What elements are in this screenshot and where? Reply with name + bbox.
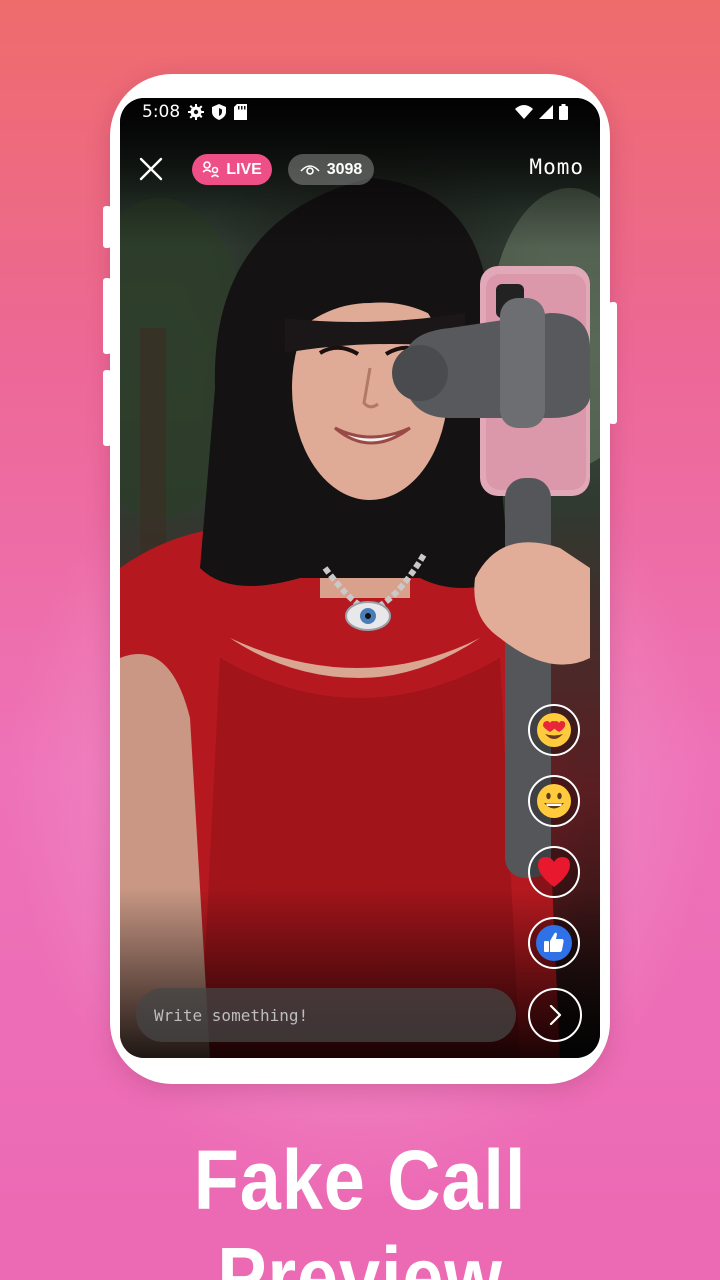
viewer-count: 3098	[326, 160, 363, 178]
reaction-like-button[interactable]	[528, 917, 580, 969]
phone-volume-down-button	[103, 370, 111, 446]
close-icon	[139, 157, 163, 181]
reaction-heart-eyes-button[interactable]	[528, 704, 580, 756]
close-button[interactable]	[136, 154, 166, 184]
send-button[interactable]	[528, 988, 582, 1042]
promo-headline: Fake Call Preview	[193, 1133, 527, 1280]
status-time: 5:08	[142, 102, 181, 122]
heart-eyes-emoji-icon	[537, 713, 571, 747]
eye-icon	[300, 164, 320, 175]
host-name[interactable]: Momo	[529, 155, 584, 179]
phone-power-button	[609, 302, 617, 424]
phone-side-button	[103, 206, 111, 248]
phone-volume-up-button	[103, 278, 111, 354]
reaction-grinning-button[interactable]	[528, 775, 580, 827]
status-bar: 5:08	[120, 98, 600, 128]
live-label: LIVE	[226, 160, 262, 178]
status-icons-right	[515, 104, 568, 120]
chevron-right-icon	[549, 1004, 562, 1026]
sd-card-icon	[234, 104, 247, 120]
phone-mockup: 5:08 LIVE 3098 Momo Write something!	[103, 74, 617, 1084]
viewer-count-badge: 3098	[288, 154, 374, 185]
signal-icon	[539, 105, 553, 119]
live-stream-screen: 5:08 LIVE 3098 Momo Write something!	[120, 98, 600, 1058]
thumbs-up-icon	[536, 925, 572, 961]
gear-icon	[188, 104, 204, 120]
comment-input[interactable]	[136, 988, 516, 1042]
red-heart-icon	[538, 857, 570, 887]
live-stream-icon	[202, 160, 220, 178]
battery-icon	[559, 104, 568, 120]
live-badge: LIVE	[192, 154, 272, 185]
grinning-emoji-icon	[537, 784, 571, 818]
shield-icon	[212, 104, 226, 120]
reaction-heart-button[interactable]	[528, 846, 580, 898]
status-icons-left	[188, 104, 247, 120]
wifi-icon	[515, 105, 533, 119]
